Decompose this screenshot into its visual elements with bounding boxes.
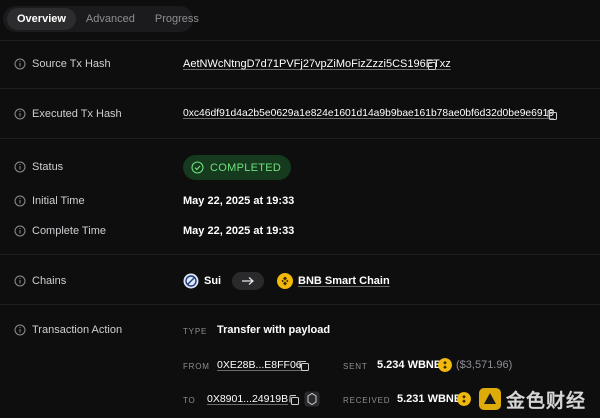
tab-advanced[interactable]: Advanced xyxy=(76,8,145,30)
contract-badge-icon xyxy=(304,391,320,407)
sent-amount: 5.234 WBNB xyxy=(377,359,442,371)
copy-icon[interactable] xyxy=(425,59,437,71)
sent-label: SENT xyxy=(343,362,368,371)
info-icon xyxy=(14,324,26,336)
bnb-logo-icon xyxy=(277,273,293,289)
copy-icon[interactable] xyxy=(298,360,310,372)
transaction-action-label-row: Transaction Action xyxy=(14,324,122,336)
tab-progress[interactable]: Progress xyxy=(145,8,209,30)
chains-label-row: Chains xyxy=(14,275,66,287)
complete-time-label: Complete Time xyxy=(32,225,106,237)
arrow-right-icon xyxy=(242,277,254,285)
sui-logo-icon xyxy=(183,273,199,289)
chain-from-name: Sui xyxy=(204,275,222,287)
info-icon xyxy=(14,161,26,173)
executed-tx-label-row: Executed Tx Hash xyxy=(14,108,122,120)
status-badge: COMPLETED xyxy=(183,155,292,180)
received-label: RECEIVED xyxy=(343,396,391,405)
tab-overview[interactable]: Overview xyxy=(7,8,76,30)
copy-icon[interactable] xyxy=(288,394,300,406)
source-tx-label: Source Tx Hash xyxy=(32,58,111,70)
initial-time-label-row: Initial Time xyxy=(14,195,85,207)
chains-label: Chains xyxy=(32,275,67,287)
chain-to-name-link[interactable]: BNB Smart Chain xyxy=(298,275,390,287)
executed-tx-hash-link[interactable]: 0xc46df91d4a2b5e0629a1e824e1601d14a9b9ba… xyxy=(183,108,554,119)
complete-time-label-row: Complete Time xyxy=(14,225,106,237)
divider xyxy=(0,138,600,139)
watermark-text: 金色财经 xyxy=(506,389,587,412)
sent-usd-value: ($3,571.96) xyxy=(456,359,513,371)
watermark-emblem-icon xyxy=(479,388,501,410)
info-icon xyxy=(14,275,26,287)
wbnb-token-icon xyxy=(438,358,452,372)
copy-icon[interactable] xyxy=(546,109,558,121)
status-label: Status xyxy=(32,161,64,173)
from-label: FROM xyxy=(183,362,210,371)
initial-time-label: Initial Time xyxy=(32,195,85,207)
watermark-logo: 金色财经 xyxy=(478,382,598,416)
tab-bar: Overview Advanced Progress xyxy=(3,6,199,32)
divider xyxy=(0,88,600,89)
status-text: COMPLETED xyxy=(210,161,282,174)
divider xyxy=(0,40,600,41)
source-tx-label-row: Source Tx Hash xyxy=(14,58,111,70)
from-address-link[interactable]: 0XE28B...E8FF06 xyxy=(217,359,302,371)
to-label: TO xyxy=(183,396,196,405)
info-icon xyxy=(14,58,26,70)
source-tx-hash-link[interactable]: AetNWcNtngD7d71PVFj27vpZiMoFizZzzi5CS196… xyxy=(183,58,451,70)
divider xyxy=(0,304,600,305)
bnb-token-icon xyxy=(457,392,471,406)
to-address-link[interactable]: 0X8901...24919B xyxy=(207,393,288,405)
type-label: TYPE xyxy=(183,327,208,336)
info-icon xyxy=(14,195,26,207)
initial-time-value: May 22, 2025 at 19:33 xyxy=(183,195,295,207)
info-icon xyxy=(14,108,26,120)
complete-time-value: May 22, 2025 at 19:33 xyxy=(183,225,295,237)
type-value: Transfer with payload xyxy=(217,324,331,336)
received-amount: 5.231 WBNB xyxy=(397,393,462,405)
executed-tx-label: Executed Tx Hash xyxy=(32,108,122,120)
info-icon xyxy=(14,225,26,237)
divider xyxy=(0,254,600,255)
transaction-action-label: Transaction Action xyxy=(32,324,123,336)
status-label-row: Status xyxy=(14,161,63,173)
chain-arrow xyxy=(232,272,264,290)
check-circle-icon xyxy=(191,161,204,174)
